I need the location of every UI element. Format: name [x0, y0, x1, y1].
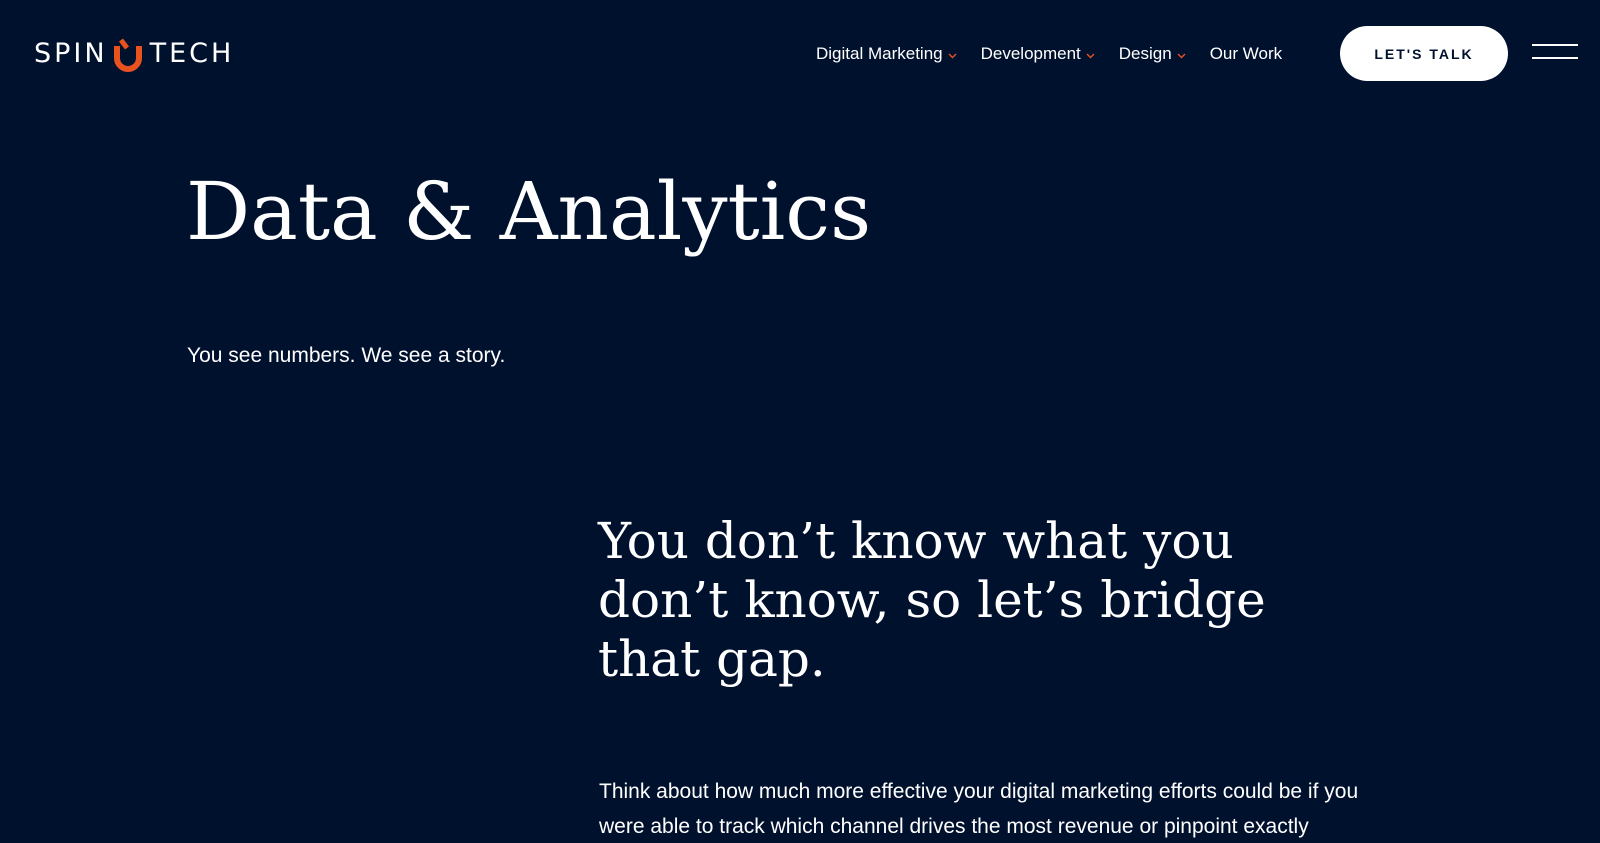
hamburger-menu-icon[interactable]	[1532, 42, 1578, 62]
heading-line: You don’t know what you	[598, 512, 1234, 570]
spinutech-logo-mark-icon	[113, 38, 142, 72]
nav-item-label: Development	[980, 44, 1081, 63]
menu-line	[1532, 57, 1578, 59]
main-nav: Digital Marketing Development Design Our…	[816, 40, 1282, 68]
logo-text-right: TECH	[149, 38, 235, 69]
nav-item-label: Our Work	[1209, 44, 1283, 63]
chevron-down-icon	[948, 53, 957, 59]
heading-line: don’t know, so let’s bridge	[598, 571, 1266, 629]
chevron-down-icon	[1177, 53, 1186, 59]
section-heading: You don’t know what you don’t know, so l…	[598, 512, 1266, 689]
body-line: Think about how much more effective your…	[599, 780, 1359, 803]
nav-item-design[interactable]: Design	[1119, 44, 1186, 64]
nav-item-development[interactable]: Development	[981, 44, 1095, 64]
page-subtitle: You see numbers. We see a story.	[187, 344, 506, 367]
nav-item-digital-marketing[interactable]: Digital Marketing	[816, 44, 957, 64]
body-line: were able to track which channel drives …	[599, 815, 1309, 838]
page: SPIN TECH Digital Marketing Development	[0, 0, 1600, 843]
logo-text-left: SPIN	[34, 38, 108, 69]
page-title: Data & Analytics	[186, 165, 872, 258]
nav-item-label: Digital Marketing	[816, 44, 943, 63]
nav-item-label: Design	[1118, 44, 1172, 63]
chevron-down-icon	[1086, 53, 1095, 59]
section-body: Think about how much more effective your…	[599, 774, 1439, 843]
nav-item-our-work[interactable]: Our Work	[1210, 44, 1282, 64]
menu-line	[1532, 44, 1578, 46]
heading-line: that gap.	[598, 630, 826, 688]
logo-link[interactable]: SPIN TECH	[34, 36, 234, 72]
lets-talk-button[interactable]: LET'S TALK	[1340, 26, 1508, 81]
